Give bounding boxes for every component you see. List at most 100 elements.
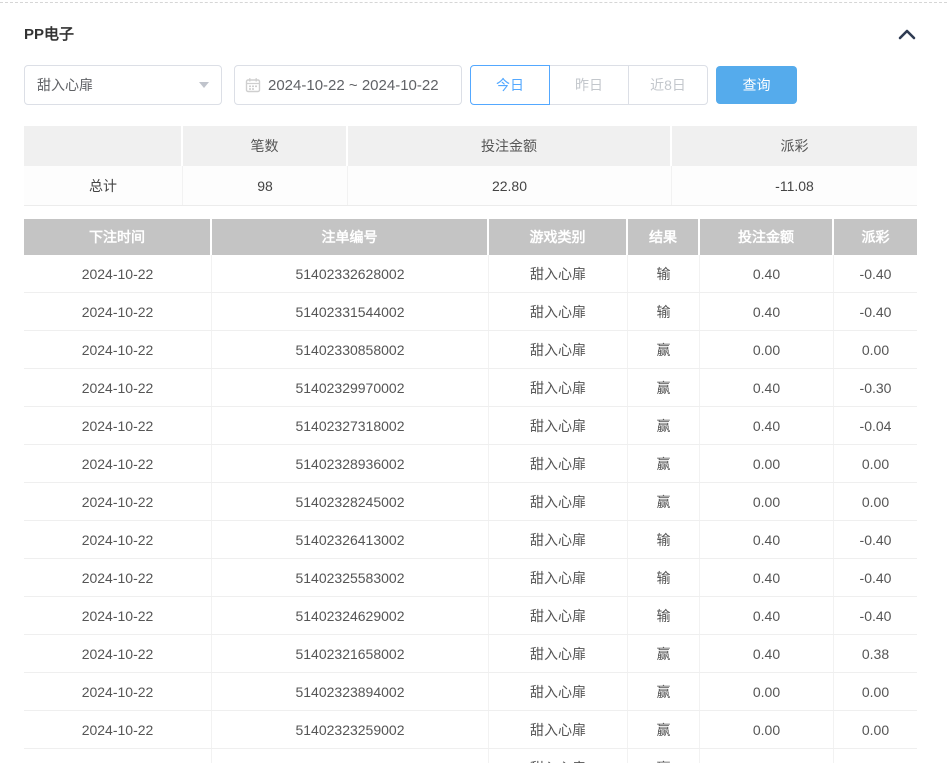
date-range-value: 2024-10-22 ~ 2024-10-22 xyxy=(268,77,439,94)
game-type-cell: 甜入心扉 xyxy=(489,749,628,763)
summary-total-payout: -11.08 xyxy=(672,166,917,205)
yesterday-button[interactable]: 昨日 xyxy=(549,65,629,105)
bet-time-cell: 2024-10-22 xyxy=(24,559,212,596)
result-cell: 赢 xyxy=(628,673,700,710)
game-select-value: 甜入心扉 xyxy=(37,75,93,95)
bet-time-cell: 2024-10-22 xyxy=(24,483,212,520)
query-button[interactable]: 查询 xyxy=(716,66,797,104)
table-row: 2024-10-2251402323894002甜入心扉赢0.000.00 xyxy=(24,673,917,711)
summary-header-count: 笔数 xyxy=(183,126,348,166)
today-button[interactable]: 今日 xyxy=(470,65,550,105)
bet-amount-cell: 0.40 xyxy=(700,369,834,406)
game-type-cell: 甜入心扉 xyxy=(489,331,628,368)
game-type-cell: 甜入心扉 xyxy=(489,711,628,748)
payout-cell: -0.40 xyxy=(834,255,917,292)
table-row: 2024-10-2251402329970002甜入心扉赢0.40-0.30 xyxy=(24,369,917,407)
header-payout: 派彩 xyxy=(834,219,917,255)
date-range-picker[interactable]: 2024-10-22 ~ 2024-10-22 xyxy=(234,65,462,105)
payout-cell: -0.40 xyxy=(834,521,917,558)
order-number-cell: 51402330858002 xyxy=(212,331,489,368)
game-type-cell: 甜入心扉 xyxy=(489,597,628,634)
order-number-cell: 51402328936002 xyxy=(212,445,489,482)
summary-total-count: 98 xyxy=(183,166,348,205)
table-row: 2024-10-2251402332628002甜入心扉输0.40-0.40 xyxy=(24,255,917,293)
result-cell: 输 xyxy=(628,559,700,596)
table-row: 2024-10-2251402321658002甜入心扉赢0.400.38 xyxy=(24,635,917,673)
bets-table-body: 2024-10-2251402332628002甜入心扉输0.40-0.4020… xyxy=(24,255,917,763)
chevron-down-icon xyxy=(199,82,209,88)
section-header: PP电子 xyxy=(24,23,917,44)
order-number-cell: 51402329970002 xyxy=(212,369,489,406)
game-type-cell: 甜入心扉 xyxy=(489,521,628,558)
game-type-cell: 甜入心扉 xyxy=(489,445,628,482)
bet-amount-cell: 0.00 xyxy=(700,331,834,368)
payout-cell: -0.40 xyxy=(834,559,917,596)
result-cell: 赢 xyxy=(628,331,700,368)
game-select[interactable]: 甜入心扉 xyxy=(24,65,222,105)
game-type-cell: 甜入心扉 xyxy=(489,255,628,292)
payout-cell: 0.00 xyxy=(834,331,917,368)
payout-cell: 0.00 xyxy=(834,445,917,482)
payout-cell: -0.40 xyxy=(834,597,917,634)
game-type-cell: 甜入心扉 xyxy=(489,559,628,596)
payout-cell: 0.00 xyxy=(834,483,917,520)
result-cell: 赢 xyxy=(628,749,700,763)
header-result: 结果 xyxy=(628,219,700,255)
chevron-up-icon xyxy=(897,27,917,41)
game-type-cell: 甜入心扉 xyxy=(489,635,628,672)
payout-cell: 0.00 xyxy=(834,673,917,710)
table-row: 2024-10-2251402325583002甜入心扉输0.40-0.40 xyxy=(24,559,917,597)
summary-header-bet-amount: 投注金额 xyxy=(348,126,672,166)
page-title: PP电子 xyxy=(24,23,74,44)
bet-time-cell xyxy=(24,749,212,763)
summary-total-label: 总计 xyxy=(24,166,183,205)
header-order-number: 注单编号 xyxy=(212,219,489,255)
table-row: 2024-10-2251402328936002甜入心扉赢0.000.00 xyxy=(24,445,917,483)
table-row: 2024-10-2251402330858002甜入心扉赢0.000.00 xyxy=(24,331,917,369)
header-bet-time: 下注时间 xyxy=(24,219,212,255)
bet-amount-cell: 0.00 xyxy=(700,483,834,520)
bet-time-cell: 2024-10-22 xyxy=(24,407,212,444)
bet-amount-cell: 0.00 xyxy=(700,711,834,748)
result-cell: 输 xyxy=(628,597,700,634)
game-type-cell: 甜入心扉 xyxy=(489,407,628,444)
bet-amount-cell: 0.40 xyxy=(700,521,834,558)
filter-bar: 甜入心扉 2024-10-22 ~ 2024-10-22 今 xyxy=(24,65,947,105)
order-number-cell: 51402326413002 xyxy=(212,521,489,558)
summary-header-blank xyxy=(24,126,183,166)
order-number-cell xyxy=(212,749,489,763)
bet-time-cell: 2024-10-22 xyxy=(24,293,212,330)
result-cell: 赢 xyxy=(628,445,700,482)
result-cell: 赢 xyxy=(628,369,700,406)
summary-header-payout: 派彩 xyxy=(672,126,917,166)
payout-cell: -0.40 xyxy=(834,293,917,330)
bet-amount-cell: 0.40 xyxy=(700,597,834,634)
bet-time-cell: 2024-10-22 xyxy=(24,255,212,292)
result-cell: 赢 xyxy=(628,635,700,672)
summary-header-row: 笔数 投注金额 派彩 xyxy=(24,126,917,166)
game-type-cell: 甜入心扉 xyxy=(489,673,628,710)
payout-cell: -0.30 xyxy=(834,369,917,406)
bet-time-cell: 2024-10-22 xyxy=(24,635,212,672)
game-type-cell: 甜入心扉 xyxy=(489,293,628,330)
table-row: 2024-10-2251402323259002甜入心扉赢0.000.00 xyxy=(24,711,917,749)
quick-date-group: 今日 昨日 近8日 xyxy=(470,65,708,105)
result-cell: 赢 xyxy=(628,711,700,748)
order-number-cell: 51402328245002 xyxy=(212,483,489,520)
bet-time-cell: 2024-10-22 xyxy=(24,369,212,406)
table-row: 2024-10-2251402331544002甜入心扉输0.40-0.40 xyxy=(24,293,917,331)
panel: PP电子 甜入心扉 xyxy=(0,2,947,763)
summary-total-row: 总计 98 22.80 -11.08 xyxy=(24,166,917,206)
payout-cell: -0.04 xyxy=(834,407,917,444)
result-cell: 输 xyxy=(628,521,700,558)
last-8-days-button[interactable]: 近8日 xyxy=(628,65,708,105)
payout-cell xyxy=(834,749,917,763)
table-row: 2024-10-2251402324629002甜入心扉输0.40-0.40 xyxy=(24,597,917,635)
result-cell: 赢 xyxy=(628,483,700,520)
collapse-chevron-icon[interactable] xyxy=(897,27,917,41)
summary-total-bet-amount: 22.80 xyxy=(348,166,672,205)
bet-time-cell: 2024-10-22 xyxy=(24,711,212,748)
table-row: 甜入心扉赢 xyxy=(24,749,917,763)
bet-amount-cell: 0.40 xyxy=(700,635,834,672)
bet-amount-cell: 0.00 xyxy=(700,445,834,482)
